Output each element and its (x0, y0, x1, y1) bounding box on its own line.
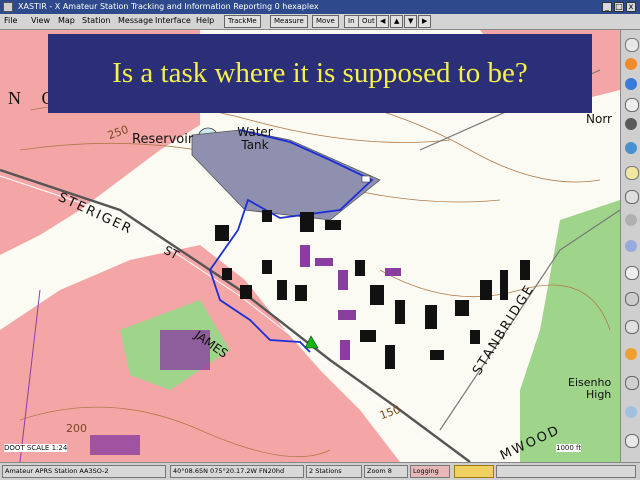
menubar: File View Map Station Message Interface … (0, 14, 640, 30)
clock-icon[interactable] (625, 406, 637, 418)
map-building-purple (385, 268, 401, 276)
map-scale-right: 1000 ft (556, 444, 582, 452)
map-building-purple (90, 435, 140, 455)
speaker-icon[interactable] (625, 214, 637, 226)
map-building (240, 285, 252, 299)
map-building (520, 260, 530, 280)
pan-down-button[interactable]: ▼ (404, 15, 418, 28)
calendar-icon[interactable] (625, 434, 639, 448)
task-area-polygon (191, 129, 381, 221)
status-zoom: Zoom 8 (364, 465, 408, 478)
map-building (480, 280, 492, 300)
map-building (295, 285, 307, 301)
status-activity-indicator (454, 465, 494, 478)
weather-icon[interactable] (625, 348, 637, 360)
map-building (360, 330, 376, 342)
map-building (395, 300, 405, 324)
window-titlebar[interactable]: XASTIR - X Amateur Station Tracking and … (0, 0, 640, 14)
maximize-button[interactable]: □ (614, 2, 624, 12)
calculator-icon[interactable] (625, 292, 639, 306)
map-building (262, 210, 272, 222)
map-building (455, 300, 469, 316)
status-logging[interactable]: Logging (410, 465, 450, 478)
map-building (262, 260, 272, 274)
minimize-button[interactable]: _ (602, 2, 612, 12)
settings-icon[interactable] (625, 190, 639, 204)
map-building (370, 285, 384, 305)
status-bar: Amateur APRS Station AA3SO-2 40°08.65N 0… (0, 462, 640, 480)
measure-toggle[interactable]: Measure (270, 15, 308, 28)
map-building (425, 305, 437, 329)
status-station: Amateur APRS Station AA3SO-2 (2, 465, 166, 478)
status-coordinates: 40°08.65N 075°20.17.2W FN20hd (170, 465, 304, 478)
map-building (385, 345, 395, 369)
window-title: XASTIR - X Amateur Station Tracking and … (18, 2, 319, 11)
map-building-purple (300, 245, 310, 267)
printer-icon[interactable] (625, 320, 639, 334)
desktop-icon-strip (620, 30, 640, 462)
move-label: Move (316, 17, 335, 25)
folder-icon[interactable] (625, 118, 637, 130)
map-building-purple (315, 258, 333, 266)
menu-interface[interactable]: Interface (155, 16, 191, 25)
slide-title-banner: Is a task where it is supposed to be? (48, 34, 592, 113)
zoom-in-button[interactable]: In (344, 15, 359, 28)
pan-right-button[interactable]: ▶ (418, 15, 432, 28)
map-building (300, 212, 314, 232)
trackme-label: TrackMe (228, 17, 257, 25)
globe-icon[interactable] (625, 78, 637, 90)
map-building (355, 260, 365, 276)
menu-station[interactable]: Station (82, 16, 110, 25)
menu-file[interactable]: File (4, 16, 17, 25)
map-label-reservoir: Reservoir (132, 132, 194, 147)
slide-title-text: Is a task where it is supposed to be? (112, 57, 528, 89)
woods-area-east (520, 200, 620, 462)
move-toggle[interactable]: Move (312, 15, 339, 28)
map-label-water-tank: Water Tank (237, 125, 273, 152)
menu-help[interactable]: Help (196, 16, 214, 25)
map-building (215, 225, 229, 241)
map-scale-label: DOOT SCALE 1:24 (4, 444, 68, 452)
close-button[interactable]: x (626, 2, 636, 12)
pan-up-button[interactable]: ▲ (390, 15, 404, 28)
map-building (500, 270, 508, 300)
status-stations: 2 Stations (306, 465, 362, 478)
clipboard-icon[interactable] (625, 266, 639, 280)
status-spare (496, 465, 636, 478)
menu-message[interactable]: Message (118, 16, 153, 25)
map-building (325, 220, 341, 230)
station-marker-icon (361, 175, 371, 183)
map-label-norr: Norr (586, 112, 612, 126)
measure-label: Measure (274, 17, 304, 25)
email-icon[interactable] (625, 142, 637, 154)
map-label-elev-200: 200 (66, 422, 87, 435)
map-building (430, 350, 444, 360)
map-building (470, 330, 480, 344)
document-icon[interactable] (625, 98, 639, 112)
map-building-purple (340, 340, 350, 360)
network-icon[interactable] (625, 240, 637, 252)
note-icon[interactable] (625, 166, 639, 180)
firefox-icon[interactable] (625, 58, 637, 70)
app-icon[interactable] (3, 2, 13, 12)
map-building (222, 268, 232, 280)
map-label-high: High (586, 388, 612, 401)
menu-view[interactable]: View (31, 16, 50, 25)
monitor-icon[interactable] (625, 376, 639, 390)
map-building-purple (338, 310, 356, 320)
terminal-icon[interactable] (625, 38, 639, 52)
pan-left-button[interactable]: ◀ (376, 15, 390, 28)
map-building (277, 280, 287, 300)
menu-map[interactable]: Map (58, 16, 75, 25)
map-building-purple (338, 270, 348, 290)
trackme-toggle[interactable]: TrackMe (224, 15, 261, 28)
